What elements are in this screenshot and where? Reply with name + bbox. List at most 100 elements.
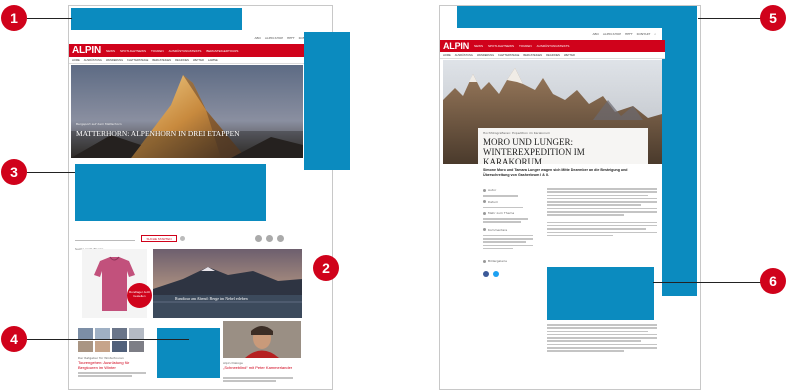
subnav-item[interactable]: WANDERUNG	[106, 59, 123, 62]
alpin-logo[interactable]: ALPIN	[72, 45, 101, 56]
nav-item[interactable]: AUSRÜSTUNGSTESTS	[537, 44, 570, 48]
subnav-item[interactable]: LAWINE	[208, 59, 218, 62]
promo-caption: Rundtour am Abend: Berge im Nebel erlebe…	[175, 296, 248, 301]
share-icon[interactable]	[266, 235, 273, 242]
nav-item[interactable]: NEWS	[474, 44, 483, 48]
callout-marker: 2	[313, 255, 339, 281]
article-kicker: Hochfotografieren: Expedition im Karakor…	[483, 131, 551, 135]
alpin-logo[interactable]: ALPIN	[443, 41, 469, 51]
thumbnail[interactable]	[78, 341, 93, 352]
ad-slot-6-in-article[interactable]	[547, 267, 654, 320]
top-link[interactable]: ABO	[255, 36, 261, 40]
search-icon[interactable]: ⌕	[654, 32, 656, 36]
main-nav: ALPIN NEWS SPOTLIGHTNEWS TOUREN AUSRÜSTU…	[440, 40, 665, 52]
thumbnail-grid	[78, 328, 148, 353]
subnav-item[interactable]: AUSRÜSTUNG	[455, 54, 473, 57]
meta-item[interactable]: Mehr zum Thema	[488, 211, 514, 215]
nav-item[interactable]: BERGSTEIGERTOURS	[206, 49, 238, 53]
article-body-top	[547, 188, 657, 238]
article-lead: Simone Moro und Tamara Lunger wagen sich…	[483, 168, 628, 177]
top-link[interactable]: HEFT	[625, 32, 633, 36]
thumbnail[interactable]	[129, 341, 144, 352]
top-link[interactable]: ABO	[593, 32, 599, 36]
meta-item[interactable]: Bildergalerie	[488, 259, 507, 263]
sub-nav: HOME AUSRÜSTUNG WANDERUNG KLETTERSTEIGE …	[440, 52, 665, 59]
subnav-item[interactable]: WANDERUNG	[477, 54, 494, 57]
callout-connector	[698, 18, 762, 19]
hero-image[interactable]: Bergsport auf dem Matterhorn MATTERHORN:…	[71, 65, 303, 158]
product-teaser[interactable]: Rundlager Jetzt bestellen	[82, 249, 152, 318]
thumbnail[interactable]	[129, 328, 144, 339]
thumbnail[interactable]	[112, 328, 127, 339]
gallery-icon	[483, 259, 486, 263]
subnav-item[interactable]: AUSRÜSTUNG	[84, 59, 102, 62]
nav-item[interactable]: NEWS	[106, 49, 115, 53]
top-link[interactable]: ALPIN-SHOP	[603, 32, 621, 36]
ad-slot-3-content-banner[interactable]	[75, 164, 266, 221]
subnav-item[interactable]: KLETTERSTEIGE	[127, 59, 148, 62]
promo-image[interactable]: Rundtour am Abend: Berge im Nebel erlebe…	[153, 249, 302, 318]
article-body-bottom	[547, 324, 657, 354]
order-badge[interactable]: Rundlager Jetzt bestellen	[127, 283, 152, 308]
hero-title[interactable]: MATTERHORN: ALPENHORN IN DREI ETAPPEN	[76, 129, 240, 138]
tour-search-input[interactable]: Suche nach Touren	[75, 237, 135, 251]
headline-box: Hochfotografieren: Expedition im Karakor…	[478, 128, 648, 164]
thumbnail[interactable]	[95, 328, 110, 339]
sub-nav: HOME AUSRÜSTUNG WANDERUNG KLETTERSTEIGE …	[69, 57, 332, 64]
user-icon	[483, 188, 486, 192]
nav-item[interactable]: SPOTLIGHTNEWS	[488, 44, 514, 48]
subnav-item[interactable]: WETTER	[564, 54, 575, 57]
share-icon[interactable]	[277, 235, 284, 242]
portrait-teaser[interactable]	[223, 321, 301, 358]
nav-item[interactable]: TOUREN	[519, 44, 532, 48]
search-start-button[interactable]: SUCHE STARTEN	[141, 235, 177, 242]
thumbnail[interactable]	[78, 328, 93, 339]
calendar-icon	[483, 200, 486, 203]
subnav-item[interactable]: REGIONEN	[546, 54, 560, 57]
callout-connector	[27, 18, 72, 19]
subnav-item[interactable]: REGIONEN	[175, 59, 189, 62]
top-link[interactable]: ALPIN-SHOP	[265, 36, 283, 40]
meta-item: Autor	[488, 188, 497, 192]
twitter-icon[interactable]	[493, 271, 499, 278]
subnav-item[interactable]: WETTER	[193, 59, 204, 62]
article-headline-line2: WINTEREXPEDITION IM KARAKORUM	[483, 147, 585, 164]
share-icon[interactable]	[255, 235, 262, 242]
link-icon	[483, 211, 486, 215]
callout-marker: 6	[760, 268, 786, 294]
subnav-item[interactable]: BERGSTEIGEN	[152, 59, 171, 62]
nav-item[interactable]: AUSRÜSTUNGSTESTS	[169, 49, 202, 53]
teaser-text	[78, 372, 146, 379]
top-links: ABO ALPIN-SHOP HEFT KONTAKT ⌕	[440, 30, 700, 38]
subnav-item[interactable]: KLETTERSTEIGE	[498, 54, 519, 57]
top-link[interactable]: KONTAKT	[637, 32, 651, 36]
teaser-text	[223, 377, 293, 384]
subnav-item[interactable]: BERGSTEIGEN	[523, 54, 542, 57]
teaser-title[interactable]: Tourengehen: Ausrüstung für Bergtouren i…	[78, 360, 146, 370]
thumbnail[interactable]	[95, 341, 110, 352]
filter-icon[interactable]	[180, 236, 185, 241]
ad-slot-1-leaderboard[interactable]	[71, 8, 242, 30]
subnav-item[interactable]: HOME	[72, 59, 80, 62]
ad-slot-2-skyscraper[interactable]	[304, 32, 350, 170]
nav-item[interactable]: SPOTLIGHTNEWS	[120, 49, 146, 53]
article-mockup: ABO ALPIN-SHOP HEFT KONTAKT ⌕ ALPIN NEWS…	[439, 5, 701, 390]
top-link[interactable]: HEFT	[287, 36, 295, 40]
thumbnail[interactable]	[112, 341, 127, 352]
facebook-icon[interactable]	[483, 271, 489, 278]
meta-item: Datum	[488, 199, 499, 204]
main-nav: ALPIN NEWS SPOTLIGHTNEWS TOUREN AUSRÜSTU…	[69, 44, 332, 57]
callout-connector	[27, 172, 75, 173]
callout-marker: 3	[1, 159, 27, 185]
nav-item[interactable]: TOUREN	[151, 49, 164, 53]
meta-item[interactable]: Kommentare	[488, 228, 507, 232]
ad-slot-4-medium-rectangle[interactable]	[157, 328, 220, 378]
hero-subtitle: Bergsport auf dem Matterhorn	[76, 122, 122, 126]
callout-marker: 5	[760, 5, 786, 31]
article-hero-image[interactable]: Hochfotografieren: Expedition im Karakor…	[443, 60, 662, 164]
subnav-item[interactable]: HOME	[443, 54, 451, 57]
ad-slot-5-wallpaper-top[interactable]	[457, 6, 697, 28]
ad-slot-5-wallpaper-side[interactable]	[662, 6, 697, 296]
callout-connector	[27, 339, 189, 340]
teaser-title[interactable]: „Schneeblind“ mit Peter Kammerlander	[223, 365, 293, 371]
